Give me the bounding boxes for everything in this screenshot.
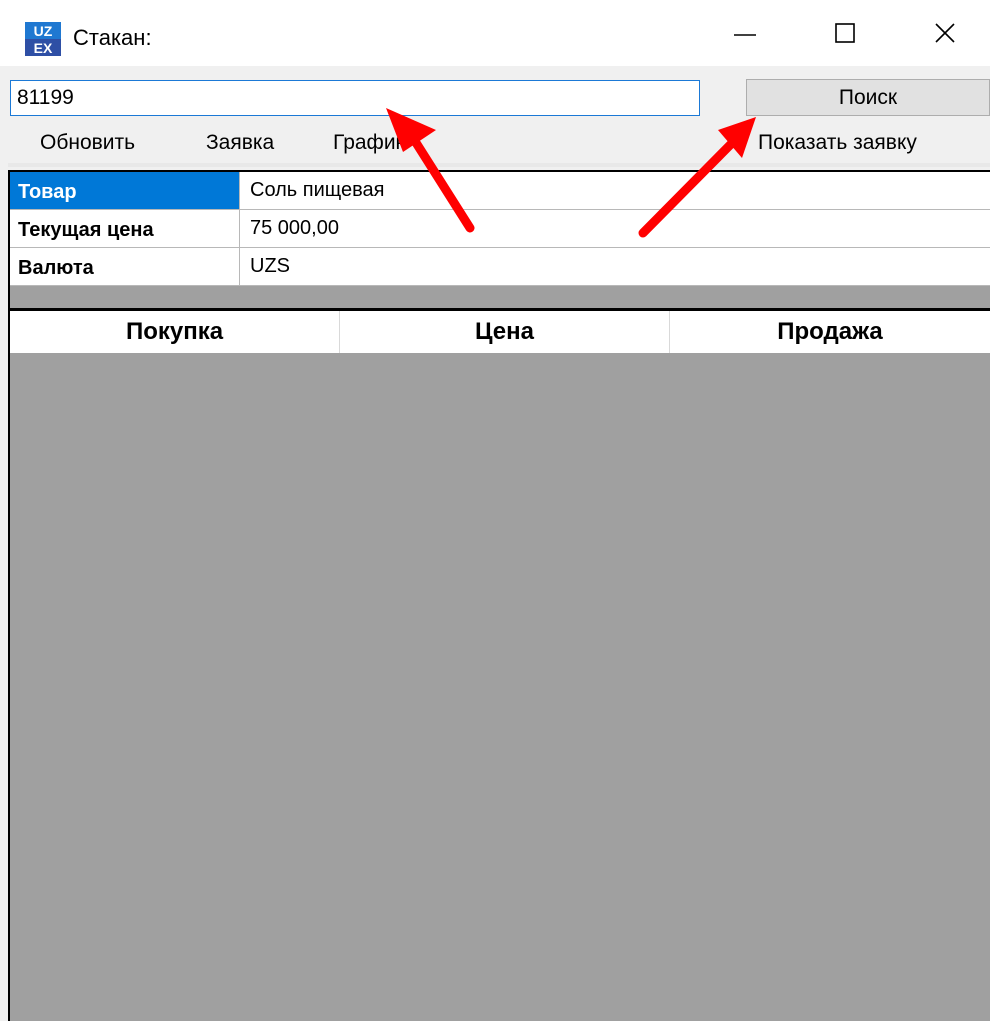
minimize-icon bbox=[734, 34, 756, 36]
order-book-header: Покупка Цена Продажа bbox=[10, 311, 990, 353]
info-label[interactable]: Текущая цена bbox=[10, 210, 240, 248]
info-value[interactable]: 75 000,00 bbox=[240, 210, 990, 248]
column-header-price[interactable]: Цена bbox=[340, 311, 670, 353]
order-book-grid[interactable]: Покупка Цена Продажа bbox=[8, 308, 990, 1021]
menu-item-order[interactable]: Заявка bbox=[206, 131, 274, 155]
info-value[interactable]: UZS bbox=[240, 248, 990, 286]
close-button[interactable] bbox=[905, 0, 985, 66]
info-label[interactable]: Валюта bbox=[10, 248, 240, 286]
svg-text:UZ: UZ bbox=[34, 23, 53, 39]
menu-item-show-order[interactable]: Показать заявку bbox=[758, 131, 917, 155]
info-value[interactable]: Соль пищевая bbox=[240, 172, 990, 210]
maximize-icon bbox=[835, 23, 855, 43]
menu-item-chart[interactable]: График bbox=[333, 131, 405, 155]
svg-text:EX: EX bbox=[34, 40, 53, 56]
info-label[interactable]: Товар bbox=[10, 172, 240, 210]
search-input[interactable] bbox=[10, 80, 700, 116]
column-header-sell[interactable]: Продажа bbox=[670, 311, 990, 353]
info-row-product[interactable]: Товар Соль пищевая bbox=[10, 172, 990, 210]
menu-item-update[interactable]: Обновить bbox=[40, 131, 135, 155]
search-button[interactable]: Поиск bbox=[746, 79, 990, 116]
column-header-buy[interactable]: Покупка bbox=[10, 311, 340, 353]
menu-separator bbox=[8, 163, 990, 167]
info-row-currency[interactable]: Валюта UZS bbox=[10, 248, 990, 286]
uzex-logo-icon: UZ EX bbox=[25, 22, 61, 56]
order-book-window: UZ EX Стакан: Поиск Обновить Заявка Граф… bbox=[0, 0, 990, 1021]
minimize-button[interactable] bbox=[705, 0, 785, 66]
title-bar[interactable]: UZ EX Стакан: bbox=[0, 0, 990, 66]
close-icon bbox=[935, 23, 955, 43]
info-row-current-price[interactable]: Текущая цена 75 000,00 bbox=[10, 210, 990, 248]
maximize-button[interactable] bbox=[805, 0, 885, 66]
window-title: Стакан: bbox=[73, 25, 152, 50]
instrument-info-grid: Товар Соль пищевая Текущая цена 75 000,0… bbox=[8, 170, 990, 311]
